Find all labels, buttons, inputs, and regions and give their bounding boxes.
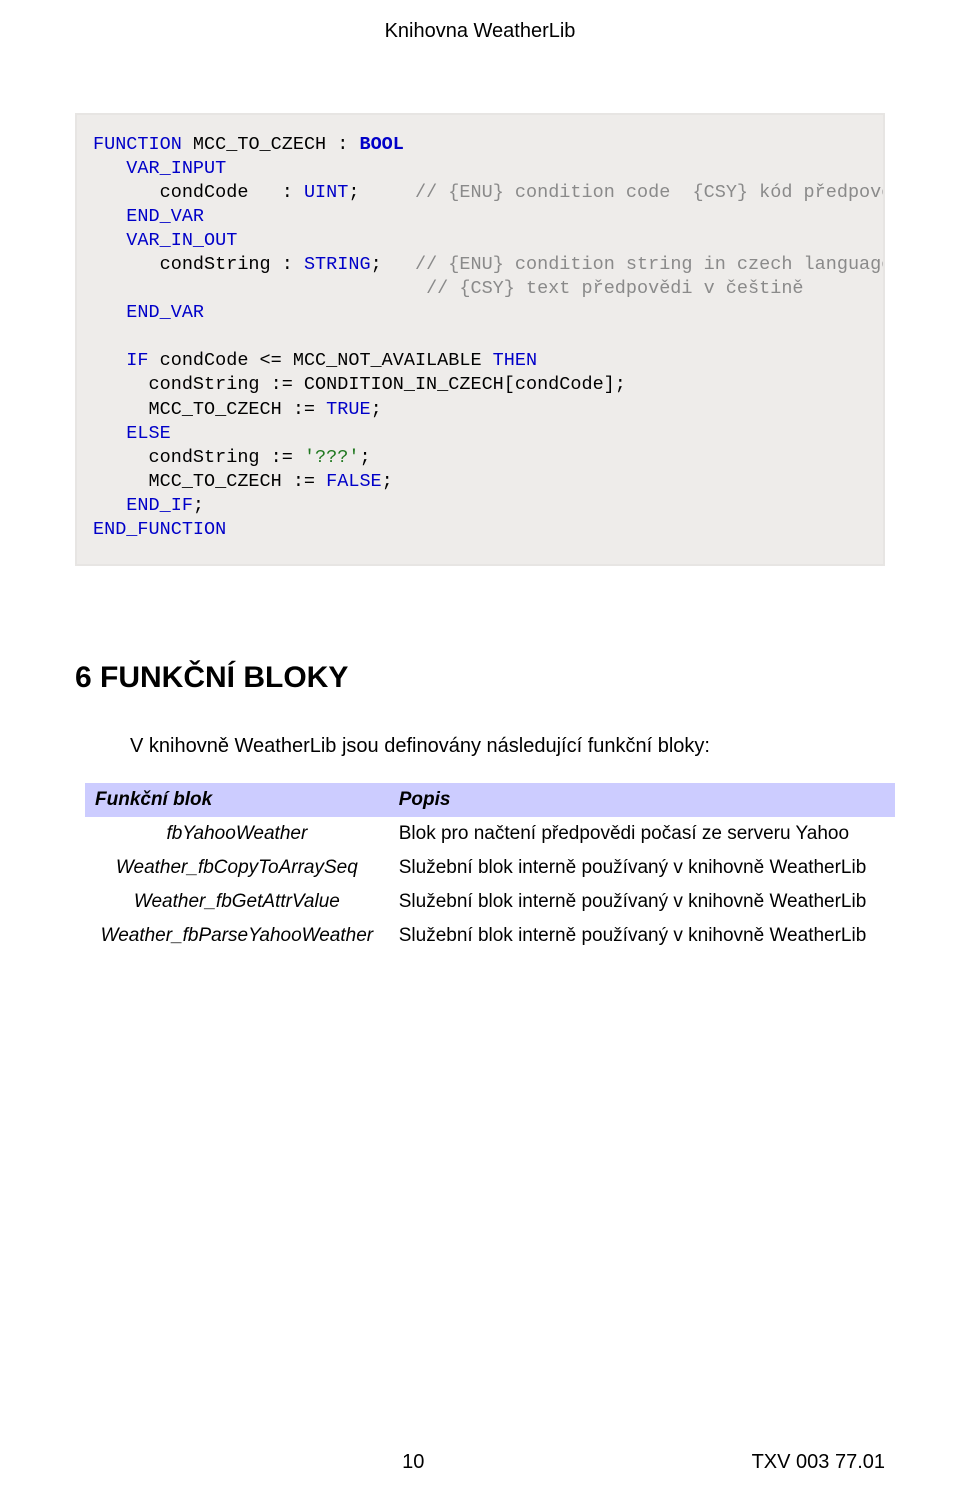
code-token: END_IF bbox=[93, 495, 193, 516]
block-desc: Služební blok interně používaný v knihov… bbox=[389, 919, 895, 953]
code-token: condString := bbox=[93, 447, 304, 468]
page: Knihovna WeatherLib FUNCTION MCC_TO_CZEC… bbox=[0, 0, 960, 1499]
code-string: '???' bbox=[304, 447, 360, 468]
block-desc: Blok pro načtení předpovědi počasí ze se… bbox=[389, 817, 895, 851]
code-token: ELSE bbox=[93, 423, 171, 444]
code-comment: // {ENU} condition string in czech langu… bbox=[415, 254, 885, 275]
table-header-name: Funkční blok bbox=[85, 783, 389, 817]
code-token: condString : bbox=[93, 254, 304, 275]
code-token: BOOL bbox=[359, 134, 403, 155]
block-desc: Služební blok interně používaný v knihov… bbox=[389, 885, 895, 919]
block-name: Weather_fbCopyToArraySeq bbox=[85, 851, 389, 885]
code-comment: // {ENU} condition code {CSY} kód předpo… bbox=[415, 182, 885, 203]
code-token: END_VAR bbox=[93, 302, 204, 323]
code-token: VAR_INPUT bbox=[93, 158, 226, 179]
function-blocks-table: Funkční blok Popis fbYahooWeather Blok p… bbox=[85, 783, 895, 953]
code-token: ; bbox=[193, 495, 204, 516]
page-number: 10 bbox=[402, 1451, 424, 1474]
code-token: ; bbox=[382, 471, 393, 492]
code-token: MCC_TO_CZECH := bbox=[93, 471, 326, 492]
code-token: MCC_TO_CZECH := bbox=[93, 399, 326, 420]
code-token: END_VAR bbox=[93, 206, 204, 227]
table-row: Weather_fbGetAttrValue Služební blok int… bbox=[85, 885, 895, 919]
code-token: TRUE bbox=[326, 399, 370, 420]
code-token: FUNCTION bbox=[93, 134, 182, 155]
page-header: Knihovna WeatherLib bbox=[75, 20, 885, 43]
code-token: condString := CONDITION_IN_CZECH[condCod… bbox=[93, 374, 626, 395]
code-token: ; bbox=[348, 182, 415, 203]
code-token: condCode <= MCC_NOT_AVAILABLE bbox=[149, 350, 493, 371]
intro-text: V knihovně WeatherLib jsou definovány ná… bbox=[130, 735, 885, 758]
code-token: ; bbox=[371, 254, 415, 275]
code-token: MCC_TO_CZECH : bbox=[182, 134, 360, 155]
code-token: END_FUNCTION bbox=[93, 519, 226, 540]
block-desc: Služební blok interně používaný v knihov… bbox=[389, 851, 895, 885]
section-heading: 6 FUNKČNÍ BLOKY bbox=[75, 661, 885, 695]
code-token: FALSE bbox=[326, 471, 382, 492]
table-row: Weather_fbCopyToArraySeq Služební blok i… bbox=[85, 851, 895, 885]
table-row: Weather_fbParseYahooWeather Služební blo… bbox=[85, 919, 895, 953]
block-name: Weather_fbGetAttrValue bbox=[85, 885, 389, 919]
block-name: fbYahooWeather bbox=[85, 817, 389, 851]
code-token: condCode : bbox=[93, 182, 304, 203]
doc-number: TXV 003 77.01 bbox=[752, 1451, 885, 1474]
page-footer: 10 TXV 003 77.01 bbox=[75, 1451, 885, 1474]
code-token: THEN bbox=[493, 350, 537, 371]
code-comment: // {CSY} text předpovědi v češtině bbox=[426, 278, 803, 299]
table-header-desc: Popis bbox=[389, 783, 895, 817]
code-token: UINT bbox=[304, 182, 348, 203]
code-token: ; bbox=[371, 399, 382, 420]
code-token: ; bbox=[359, 447, 370, 468]
code-token: STRING bbox=[304, 254, 371, 275]
code-token: IF bbox=[93, 350, 149, 371]
code-listing: FUNCTION MCC_TO_CZECH : BOOL VAR_INPUT c… bbox=[75, 113, 885, 566]
block-name: Weather_fbParseYahooWeather bbox=[85, 919, 389, 953]
table-row: fbYahooWeather Blok pro načtení předpově… bbox=[85, 817, 895, 851]
code-token bbox=[93, 278, 426, 299]
code-token: VAR_IN_OUT bbox=[93, 230, 237, 251]
